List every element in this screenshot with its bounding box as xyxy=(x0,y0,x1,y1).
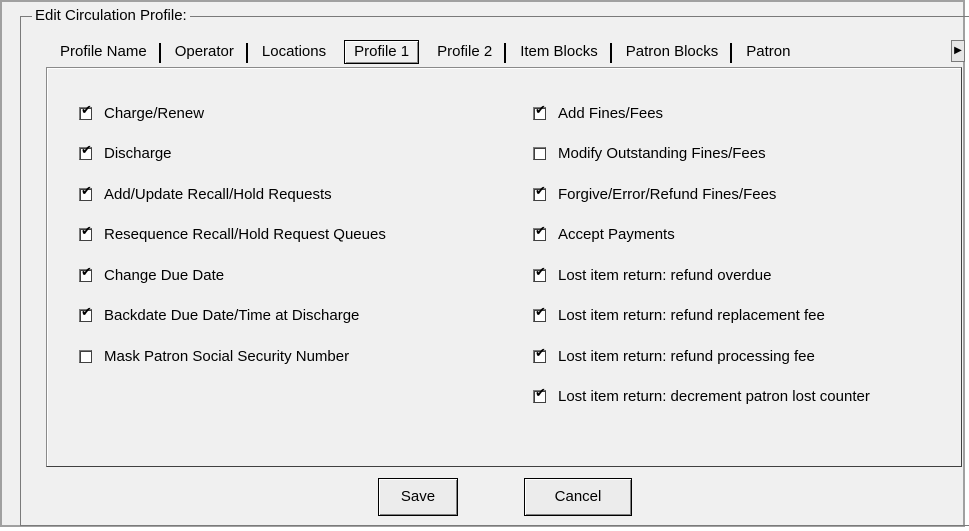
checkbox[interactable]: ✔ xyxy=(79,224,92,241)
checkbox-label: Modify Outstanding Fines/Fees xyxy=(558,145,766,162)
check-icon: ✔ xyxy=(81,102,92,118)
tab-locations[interactable]: Locations xyxy=(248,40,340,64)
checkbox[interactable] xyxy=(79,349,92,363)
check-icon: ✔ xyxy=(81,264,92,280)
tab-patron-blocks[interactable]: Patron Blocks xyxy=(612,40,733,64)
checkbox-label: Lost item return: refund replacement fee xyxy=(558,307,825,324)
tab-panel-profile-1: ✔ Charge/Renew ✔ Discharge ✔ Add/Update Recal… xyxy=(46,67,962,467)
checkbox[interactable]: ✔ xyxy=(533,183,546,201)
check-icon: ✔ xyxy=(81,143,92,158)
option-lost-item-return-refund-overdue[interactable]: ✔ Lost item return: refund overdue xyxy=(533,265,771,285)
checkbox[interactable]: ✔ xyxy=(79,143,92,160)
option-change-due-date[interactable]: ✔ Change Due Date xyxy=(79,265,224,285)
option-accept-payments[interactable]: ✔ Accept Payments xyxy=(533,225,675,245)
checkbox[interactable]: ✔ xyxy=(533,264,546,282)
tab-profile-name[interactable]: Profile Name xyxy=(46,40,161,64)
edit-circulation-profile-dialog: Edit Circulation Profile: Profile Name Op… xyxy=(0,0,969,527)
check-icon: ✔ xyxy=(535,102,546,118)
checkbox-label: Lost item return: refund overdue xyxy=(558,266,772,284)
checkbox[interactable]: ✔ xyxy=(533,345,546,363)
option-resequence-recall-hold-request-queues[interactable]: ✔ Resequence Recall/Hold Request Queues xyxy=(79,225,386,245)
checkbox-label: Lost item return: refund processing fee xyxy=(558,347,815,365)
tab-label: Patron Blocks xyxy=(625,43,719,60)
checkbox-label: Mask Patron Social Security Number xyxy=(104,347,350,365)
checkbox-label: Discharge xyxy=(104,145,172,162)
tab-patron[interactable]: Patron xyxy=(732,40,804,64)
option-lost-item-return-refund-replacement-fee[interactable]: ✔ Lost item return: refund replacement fe… xyxy=(533,306,825,326)
checkbox[interactable]: ✔ xyxy=(79,264,92,282)
option-add-update-recall-hold-requests[interactable]: ✔ Add/Update Recall/Hold Requests xyxy=(79,184,332,204)
tab-scroll-right-icon[interactable]: ▶ xyxy=(951,40,965,62)
option-modify-outstanding-fines-fees[interactable]: Modify Outstanding Fines/Fees xyxy=(533,144,766,164)
checkbox-label: Lost item return: decrement patron lost … xyxy=(558,388,870,405)
check-icon: ✔ xyxy=(535,345,546,361)
tab-label: Locations xyxy=(261,43,327,60)
tab-profile-2[interactable]: Profile 2 xyxy=(423,40,507,64)
tab-strip: Profile Name Operator Locations Profile 1 Pr… xyxy=(46,40,962,66)
checkbox[interactable] xyxy=(533,147,546,160)
checkbox-label: Forgive/Error/Refund Fines/Fees xyxy=(558,185,777,203)
option-mask-patron-social-security-number[interactable]: Mask Patron Social Security Number xyxy=(79,346,349,366)
group-title: Edit Circulation Profile: xyxy=(32,7,190,24)
check-icon: ✔ xyxy=(535,264,546,280)
check-icon: ✔ xyxy=(535,183,546,199)
checkbox[interactable]: ✔ xyxy=(79,183,92,201)
checkbox-label: Add Fines/Fees xyxy=(558,104,664,122)
check-icon: ✔ xyxy=(535,386,546,401)
option-backdate-due-date-time-at-discharge[interactable]: ✔ Backdate Due Date/Time at Discharge xyxy=(79,306,359,326)
checkbox-label: Accept Payments xyxy=(558,226,675,243)
checkbox-label: Backdate Due Date/Time at Discharge xyxy=(104,307,360,324)
checkbox[interactable]: ✔ xyxy=(533,305,546,322)
option-add-fines-fees[interactable]: ✔ Add Fines/Fees xyxy=(533,103,663,123)
check-icon: ✔ xyxy=(535,305,546,320)
option-lost-item-return-refund-processing-fee[interactable]: ✔ Lost item return: refund processing fee xyxy=(533,346,815,366)
option-discharge[interactable]: ✔ Discharge xyxy=(79,144,172,164)
tab-label: Profile 2 xyxy=(437,43,493,60)
tab-label: Profile 1 xyxy=(354,43,410,60)
tab-label: Operator xyxy=(174,43,234,60)
check-icon: ✔ xyxy=(535,224,546,239)
option-forgive-error-refund-fines-fees[interactable]: ✔ Forgive/Error/Refund Fines/Fees xyxy=(533,184,776,204)
tab-profile-1[interactable]: Profile 1 xyxy=(344,40,420,64)
cancel-button[interactable]: Cancel xyxy=(524,478,632,516)
tab-label: Item Blocks xyxy=(520,43,598,60)
check-icon: ✔ xyxy=(81,305,92,320)
tab-operator[interactable]: Operator xyxy=(161,40,248,64)
tab-label: Profile Name xyxy=(60,43,147,60)
checkbox-label: Add/Update Recall/Hold Requests xyxy=(104,185,332,203)
checkbox[interactable]: ✔ xyxy=(533,224,546,241)
checkbox[interactable]: ✔ xyxy=(533,386,546,403)
checkbox[interactable]: ✔ xyxy=(79,102,92,120)
option-lost-item-return-decrement-patron-lost-counter[interactable]: ✔ Lost item return: decrement patron lost… xyxy=(533,387,870,407)
tab-label: Patron xyxy=(746,43,791,60)
option-charge-renew[interactable]: ✔ Charge/Renew xyxy=(79,103,204,123)
checkbox-label: Charge/Renew xyxy=(104,104,205,122)
save-button[interactable]: Save xyxy=(378,478,458,516)
check-icon: ✔ xyxy=(81,224,92,239)
checkbox[interactable]: ✔ xyxy=(533,102,546,120)
tab-item-blocks[interactable]: Item Blocks xyxy=(506,40,612,64)
check-icon: ✔ xyxy=(81,183,92,199)
checkbox[interactable]: ✔ xyxy=(79,305,92,322)
checkbox-label: Change Due Date xyxy=(104,266,225,284)
checkbox-label: Resequence Recall/Hold Request Queues xyxy=(104,226,386,243)
